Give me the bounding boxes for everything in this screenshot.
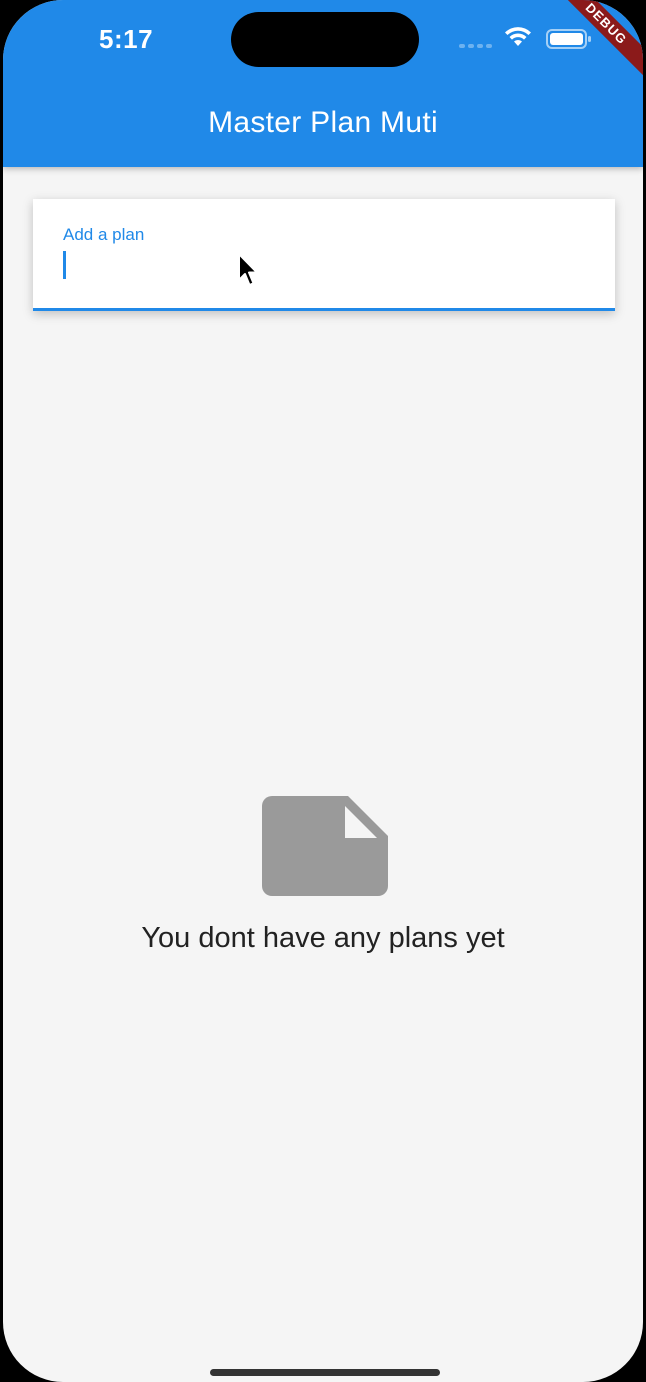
dynamic-island [231,12,419,67]
empty-state-message: You dont have any plans yet [141,922,505,954]
text-caret [63,251,66,279]
add-plan-label: Add a plan [63,225,145,244]
wifi-icon [505,27,531,46]
add-plan-card: Add a plan [33,199,615,311]
add-plan-input[interactable] [69,247,589,283]
battery-icon [546,29,591,49]
home-indicator[interactable] [210,1369,440,1376]
app-screen: 5:17 DEBUG Master Plan Muti Add a plan Y… [3,0,643,1382]
cellular-signal-icon [459,42,495,48]
mouse-pointer-icon [238,253,258,286]
device-frame: 5:17 DEBUG Master Plan Muti Add a plan Y… [0,0,646,1382]
app-bar-title: Master Plan Muti [208,106,438,139]
note-icon [262,796,388,896]
app-bar: 5:17 DEBUG Master Plan Muti [3,0,643,167]
status-time: 5:17 [99,24,154,54]
